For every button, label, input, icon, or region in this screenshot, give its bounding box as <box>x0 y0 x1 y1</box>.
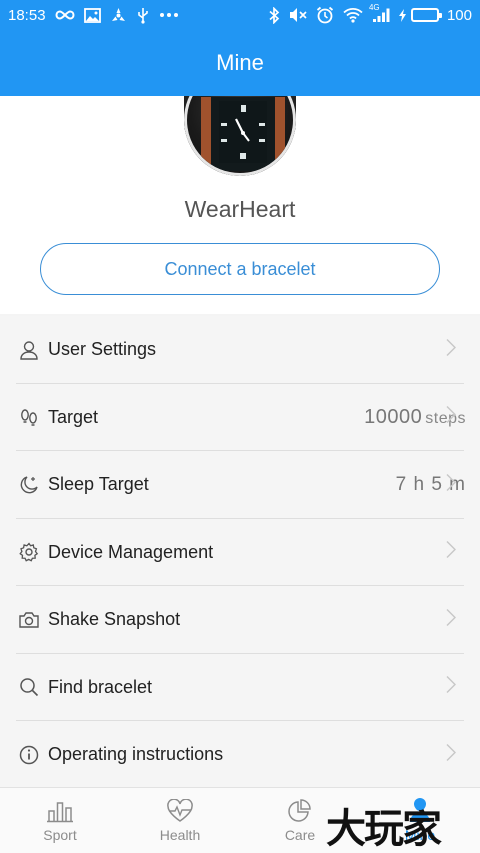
menu-item-label: User Settings <box>48 339 157 360</box>
fan-icon <box>110 7 127 24</box>
menu-item-label: Target <box>48 406 99 427</box>
more-dots-icon <box>159 12 179 18</box>
pie-chart-icon <box>287 798 313 823</box>
chevron-right-icon <box>446 608 457 631</box>
chevron-right-icon <box>446 473 457 496</box>
settings-menu: User Settings Target 10000 steps Sleep Ta… <box>0 316 480 789</box>
watermark-dot <box>414 798 426 810</box>
profile-section: WearHeart Connect a bracelet <box>0 88 480 314</box>
gear-icon <box>18 541 40 563</box>
bar-chart-icon <box>46 799 74 823</box>
connect-button-label: Connect a bracelet <box>164 258 316 279</box>
tab-label: Care <box>284 826 316 843</box>
camera-icon <box>18 609 40 631</box>
menu-item-label: Operating instructions <box>48 744 224 765</box>
usb-icon <box>136 7 150 24</box>
menu-item-label: Shake Snapshot <box>48 609 181 630</box>
cell-signal-icon: 4G <box>369 3 390 23</box>
signal-type-label: 4G <box>368 3 380 12</box>
search-icon <box>18 676 40 698</box>
tab-label: Sport <box>43 826 77 843</box>
menu-item-label: Device Management <box>48 541 214 562</box>
user-icon <box>18 339 40 361</box>
wifi-icon <box>343 7 363 23</box>
page-title: Mine <box>216 50 264 75</box>
chevron-right-icon <box>446 406 457 429</box>
image-icon <box>83 7 101 23</box>
moon-icon <box>18 474 40 496</box>
battery-icon <box>410 8 442 22</box>
heart-pulse-icon <box>166 798 194 823</box>
chevron-right-icon <box>446 743 457 766</box>
status-time: 18:53 <box>8 6 46 24</box>
menu-item-user-settings[interactable]: User Settings <box>0 316 480 384</box>
chevron-right-icon <box>446 541 457 564</box>
page-header: Mine <box>0 30 480 96</box>
alarm-icon <box>316 6 334 24</box>
avatar[interactable] <box>184 88 296 176</box>
chevron-right-icon <box>446 338 457 361</box>
infinity-icon <box>55 9 75 21</box>
menu-item-find-bracelet[interactable]: Find bracelet <box>0 653 480 721</box>
bluetooth-icon <box>268 6 280 24</box>
tab-label: Health <box>159 826 201 843</box>
watch-photo <box>184 88 296 176</box>
target-steps-number: 10000 <box>364 405 423 428</box>
menu-item-operating-instructions[interactable]: Operating instructions <box>0 721 480 789</box>
info-icon <box>18 744 40 766</box>
tab-health[interactable]: Health <box>120 788 240 853</box>
tab-sport[interactable]: Sport <box>0 788 120 853</box>
battery-indicator: 100 <box>398 6 472 24</box>
menu-item-target[interactable]: Target 10000 steps <box>0 383 480 451</box>
chevron-right-icon <box>446 676 457 699</box>
connect-bracelet-button[interactable]: Connect a bracelet <box>40 243 440 295</box>
watermark-text: 大玩家 <box>326 806 442 852</box>
battery-percent: 100 <box>446 6 472 24</box>
watermark-logo: 大玩家 <box>326 796 442 853</box>
status-bar: 18:53 4G 100 <box>0 0 480 30</box>
menu-item-device-management[interactable]: Device Management <box>0 518 480 586</box>
footprints-icon <box>18 406 40 428</box>
menu-item-sleep-target[interactable]: Sleep Target 7 h 5 m <box>0 451 480 519</box>
menu-item-label: Sleep Target <box>48 474 149 495</box>
menu-item-shake-snapshot[interactable]: Shake Snapshot <box>0 586 480 654</box>
mute-icon <box>289 7 307 23</box>
menu-item-label: Find bracelet <box>48 676 153 697</box>
device-name: WearHeart <box>184 196 296 222</box>
